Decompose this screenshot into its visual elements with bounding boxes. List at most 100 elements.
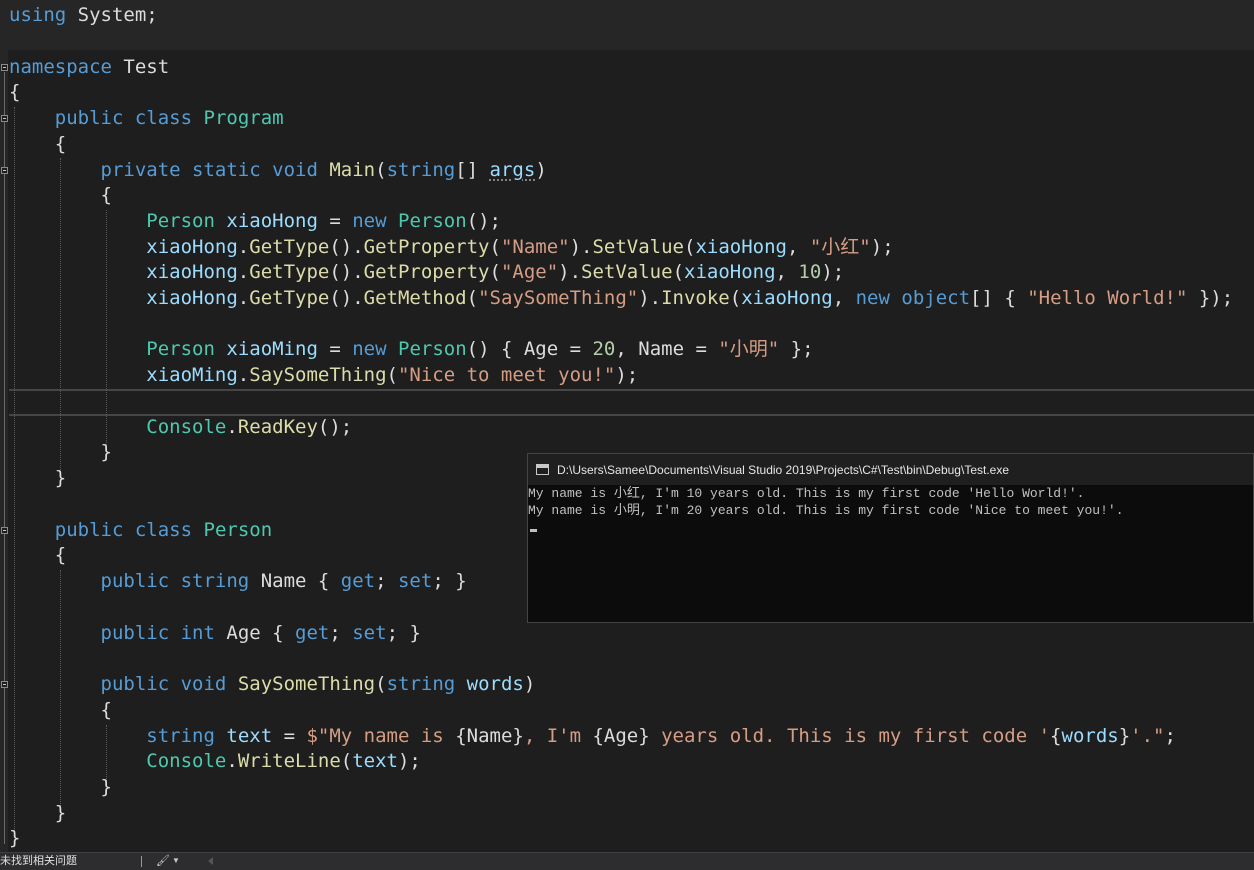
code-token: "Hello World!" xyxy=(1027,287,1188,309)
code-token: WriteLine xyxy=(237,750,341,772)
code-line[interactable]: Console.WriteLine(text); xyxy=(9,749,421,774)
code-token: words xyxy=(1061,725,1119,747)
code-token: GetProperty xyxy=(363,236,490,258)
code-line[interactable]: Person xiaoMing = new Person() { Age = 2… xyxy=(9,337,813,362)
outline-line-namespace xyxy=(4,72,5,844)
code-line[interactable]: { xyxy=(9,698,112,723)
code-token: xiaoHong xyxy=(146,236,238,258)
code-line[interactable]: private static void Main(string[] args) xyxy=(9,158,547,183)
console-output-line: My name is 小红, I'm 10 years old. This is… xyxy=(528,486,1085,501)
code-line[interactable]: } xyxy=(9,466,66,491)
code-token: GetProperty xyxy=(363,261,490,283)
code-token: Person xyxy=(203,519,273,541)
code-token: , xyxy=(775,261,799,283)
code-line[interactable]: { xyxy=(9,132,66,157)
code-token: "Nice to meet you!" xyxy=(397,364,616,386)
using-region-band xyxy=(0,0,1254,50)
code-token: } xyxy=(1118,725,1131,747)
code-token: string xyxy=(386,673,456,695)
console-window[interactable]: D:\Users\Samee\Documents\Visual Studio 2… xyxy=(527,453,1254,623)
code-line[interactable]: } xyxy=(9,440,112,465)
code-token: { xyxy=(9,544,67,566)
code-line[interactable]: { xyxy=(9,80,20,105)
collapse-person-class-icon[interactable] xyxy=(1,527,8,534)
collapse-main-method-icon[interactable] xyxy=(1,167,8,174)
code-line[interactable]: xiaoHong.GetType().GetMethod("SaySomeThi… xyxy=(9,286,1233,311)
issues-status-text[interactable]: 未找到相关问题 xyxy=(0,854,77,869)
code-token: xiaoMing xyxy=(146,364,238,386)
collapse-namespace-icon[interactable] xyxy=(1,64,8,71)
code-token: 10 xyxy=(798,261,822,283)
code-token: ). xyxy=(638,287,662,309)
code-line[interactable]: xiaoHong.GetType().GetProperty("Age").Se… xyxy=(9,260,844,285)
code-token: public xyxy=(54,107,124,129)
code-line[interactable]: public int Age { get; set; } xyxy=(9,621,421,646)
code-token: (). xyxy=(329,287,364,309)
console-cursor xyxy=(530,529,537,532)
code-token: {Name} xyxy=(455,725,524,747)
code-token: { xyxy=(9,699,112,721)
code-line[interactable]: } xyxy=(9,801,66,826)
code-token: ) xyxy=(535,159,547,181)
code-token: Program xyxy=(203,107,284,129)
code-token: new xyxy=(352,338,387,360)
code-token: Console xyxy=(146,750,227,772)
code-line[interactable]: xiaoHong.GetType().GetProperty("Name").S… xyxy=(9,235,893,260)
code-line[interactable]: xiaoMing.SaySomeThing("Nice to meet you!… xyxy=(9,363,638,388)
code-token: public xyxy=(100,622,170,644)
code-token: xiaoMing xyxy=(226,338,318,360)
code-token: , I'm xyxy=(523,725,593,747)
code-token: '." xyxy=(1130,725,1165,747)
code-token: namespace xyxy=(9,56,112,78)
code-token: SetValue xyxy=(581,261,673,283)
code-token: public xyxy=(100,570,170,592)
code-line[interactable]: } xyxy=(9,775,112,800)
code-token: ( xyxy=(729,287,742,309)
code-line[interactable]: namespace Test xyxy=(9,55,169,80)
console-titlebar[interactable]: D:\Users\Samee\Documents\Visual Studio 2… xyxy=(528,454,1253,485)
code-token: . xyxy=(237,364,250,386)
code-line[interactable]: { xyxy=(9,183,112,208)
code-token: ; xyxy=(1164,725,1176,747)
code-line[interactable]: using System; xyxy=(9,3,158,28)
code-line[interactable]: public void SaySomeThing(string words) xyxy=(9,672,536,697)
code-token: class xyxy=(134,519,193,541)
code-line[interactable]: Person xiaoHong = new Person(); xyxy=(9,209,501,234)
code-token: ReadKey xyxy=(237,416,318,438)
code-token: xiaoHong xyxy=(146,287,238,309)
code-line[interactable]: public class Person xyxy=(9,518,272,543)
code-line[interactable]: string text = $"My name is {Name}, I'm {… xyxy=(9,724,1176,749)
code-editor[interactable]: using System; namespace Test{ public clas… xyxy=(0,0,1254,852)
code-token: { xyxy=(9,184,112,206)
paintbrush-icon[interactable]: 🖌︎ xyxy=(156,853,170,869)
code-token: . xyxy=(226,750,238,772)
code-line[interactable]: } xyxy=(9,826,20,851)
code-token: get xyxy=(295,622,330,644)
code-token: Age { xyxy=(214,622,296,644)
collapse-saysomething-method-icon[interactable] xyxy=(1,681,8,688)
code-line[interactable]: { xyxy=(9,543,66,568)
code-token: { xyxy=(9,81,21,103)
code-token: ( xyxy=(375,159,387,181)
code-line[interactable]: public string Name { get; set; } xyxy=(9,569,467,594)
code-line[interactable]: Console.ReadKey(); xyxy=(9,415,352,440)
code-token: text xyxy=(226,725,273,747)
code-line[interactable]: public class Program xyxy=(9,106,284,131)
code-token: (); xyxy=(466,210,501,232)
arrow-left-icon[interactable] xyxy=(208,857,213,865)
collapse-program-class-icon[interactable] xyxy=(1,115,8,122)
caret-down-icon[interactable]: ▼ xyxy=(172,853,180,869)
code-token: Name { xyxy=(249,570,341,592)
code-token: ); xyxy=(821,261,845,283)
